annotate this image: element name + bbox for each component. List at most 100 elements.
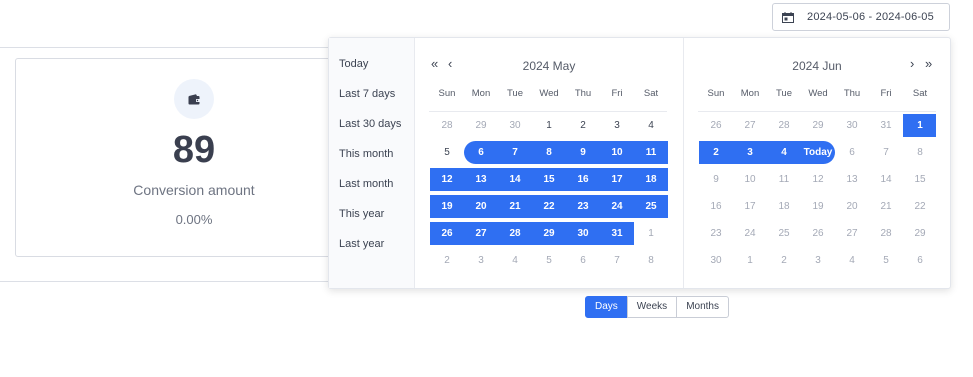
day-cell[interactable]: 2 <box>430 249 464 272</box>
day-cell[interactable]: 22 <box>532 195 566 218</box>
day-cell[interactable]: 19 <box>801 195 835 218</box>
day-cell[interactable]: 22 <box>903 195 937 218</box>
day-cell[interactable]: 8 <box>634 249 668 272</box>
day-cell[interactable]: 13 <box>835 168 869 191</box>
day-cell[interactable]: 28 <box>767 114 801 137</box>
day-cell[interactable]: 9 <box>566 141 600 164</box>
day-cell[interactable]: 6 <box>903 249 937 272</box>
day-cell[interactable]: 17 <box>733 195 767 218</box>
day-cell[interactable]: 7 <box>498 141 532 164</box>
granularity-months-button[interactable]: Months <box>676 296 729 318</box>
today-cell[interactable]: Today <box>801 141 835 164</box>
day-cell[interactable]: 1 <box>733 249 767 272</box>
day-cell[interactable]: 23 <box>566 195 600 218</box>
day-cell[interactable]: 19 <box>430 195 464 218</box>
day-cell[interactable]: 5 <box>869 249 903 272</box>
day-cell[interactable]: 15 <box>903 168 937 191</box>
day-cell[interactable]: 29 <box>464 114 498 137</box>
day-cell[interactable]: 27 <box>733 114 767 137</box>
day-cell[interactable]: 21 <box>869 195 903 218</box>
day-cell[interactable]: 28 <box>430 114 464 137</box>
day-cell[interactable]: 24 <box>600 195 634 218</box>
day-cell[interactable]: 28 <box>869 222 903 245</box>
day-cell[interactable]: 7 <box>869 141 903 164</box>
day-cell[interactable]: 4 <box>767 141 801 164</box>
day-cell[interactable]: 4 <box>634 114 668 137</box>
day-cell[interactable]: 3 <box>464 249 498 272</box>
day-cell[interactable]: 23 <box>699 222 733 245</box>
day-cell[interactable]: 4 <box>498 249 532 272</box>
day-cell[interactable]: 10 <box>600 141 634 164</box>
day-cell[interactable]: 12 <box>801 168 835 191</box>
day-cell[interactable]: 2 <box>699 141 733 164</box>
preset-last-month[interactable]: Last month <box>339 178 393 190</box>
preset-this-year[interactable]: This year <box>339 208 384 220</box>
day-cell[interactable]: 3 <box>801 249 835 272</box>
day-cell[interactable]: 28 <box>498 222 532 245</box>
day-cell[interactable]: 26 <box>699 114 733 137</box>
day-cell[interactable]: 6 <box>835 141 869 164</box>
preset-last-year[interactable]: Last year <box>339 238 384 250</box>
date-range-input[interactable]: 2024-05-06 - 2024-06-05 <box>772 3 950 31</box>
day-cell[interactable]: 17 <box>600 168 634 191</box>
day-cell[interactable]: 16 <box>566 168 600 191</box>
day-cell[interactable]: 18 <box>767 195 801 218</box>
day-cell[interactable]: 26 <box>801 222 835 245</box>
day-cell[interactable]: 24 <box>733 222 767 245</box>
day-cell[interactable]: 2 <box>566 114 600 137</box>
day-cell[interactable]: 31 <box>600 222 634 245</box>
day-cell[interactable]: 31 <box>869 114 903 137</box>
day-cell[interactable]: 25 <box>634 195 668 218</box>
day-cell[interactable]: 14 <box>498 168 532 191</box>
day-cell[interactable]: 20 <box>464 195 498 218</box>
day-cell[interactable]: 29 <box>532 222 566 245</box>
preset-today[interactable]: Today <box>339 58 368 70</box>
day-cell[interactable]: 14 <box>869 168 903 191</box>
day-cell[interactable]: 25 <box>767 222 801 245</box>
day-cell[interactable]: 1 <box>903 114 937 137</box>
day-cell[interactable]: 30 <box>498 114 532 137</box>
day-cell[interactable]: 8 <box>903 141 937 164</box>
day-cell[interactable]: 13 <box>464 168 498 191</box>
granularity-days-button[interactable]: Days <box>585 296 628 318</box>
weekday-label: Sat <box>643 88 659 99</box>
weekday-label: Fri <box>611 88 623 99</box>
day-cell[interactable]: 27 <box>464 222 498 245</box>
day-cell[interactable]: 11 <box>767 168 801 191</box>
day-cell[interactable]: 27 <box>835 222 869 245</box>
card-bottom-divider <box>0 281 330 282</box>
day-cell[interactable]: 29 <box>801 114 835 137</box>
day-cell[interactable]: 6 <box>566 249 600 272</box>
day-cell[interactable]: 2 <box>767 249 801 272</box>
preset-this-month[interactable]: This month <box>339 148 393 160</box>
day-cell[interactable]: 1 <box>634 222 668 245</box>
day-cell[interactable]: 4 <box>835 249 869 272</box>
day-cell[interactable]: 1 <box>532 114 566 137</box>
preset-last-7-days[interactable]: Last 7 days <box>339 88 395 100</box>
weekday-label: Sun <box>438 88 456 99</box>
day-cell[interactable]: 30 <box>835 114 869 137</box>
date-range-picker: Today Last 7 days Last 30 days This mont… <box>328 37 951 289</box>
day-cell[interactable]: 26 <box>430 222 464 245</box>
day-cell[interactable]: 21 <box>498 195 532 218</box>
day-cell[interactable]: 8 <box>532 141 566 164</box>
day-cell[interactable]: 30 <box>699 249 733 272</box>
day-cell[interactable]: 5 <box>532 249 566 272</box>
day-cell[interactable]: 7 <box>600 249 634 272</box>
day-cell[interactable]: 18 <box>634 168 668 191</box>
day-cell[interactable]: 3 <box>600 114 634 137</box>
day-cell[interactable]: 10 <box>733 168 767 191</box>
day-cell[interactable]: 9 <box>699 168 733 191</box>
day-cell[interactable]: 3 <box>733 141 767 164</box>
day-cell[interactable]: 12 <box>430 168 464 191</box>
day-cell[interactable]: 15 <box>532 168 566 191</box>
preset-last-30-days[interactable]: Last 30 days <box>339 118 401 130</box>
granularity-weeks-button[interactable]: Weeks <box>626 296 678 318</box>
day-cell[interactable]: 11 <box>634 141 668 164</box>
day-cell[interactable]: 29 <box>903 222 937 245</box>
day-cell[interactable]: 16 <box>699 195 733 218</box>
day-cell[interactable]: 20 <box>835 195 869 218</box>
day-cell[interactable]: 5 <box>430 141 464 164</box>
day-cell[interactable]: 6 <box>464 141 498 164</box>
day-cell[interactable]: 30 <box>566 222 600 245</box>
